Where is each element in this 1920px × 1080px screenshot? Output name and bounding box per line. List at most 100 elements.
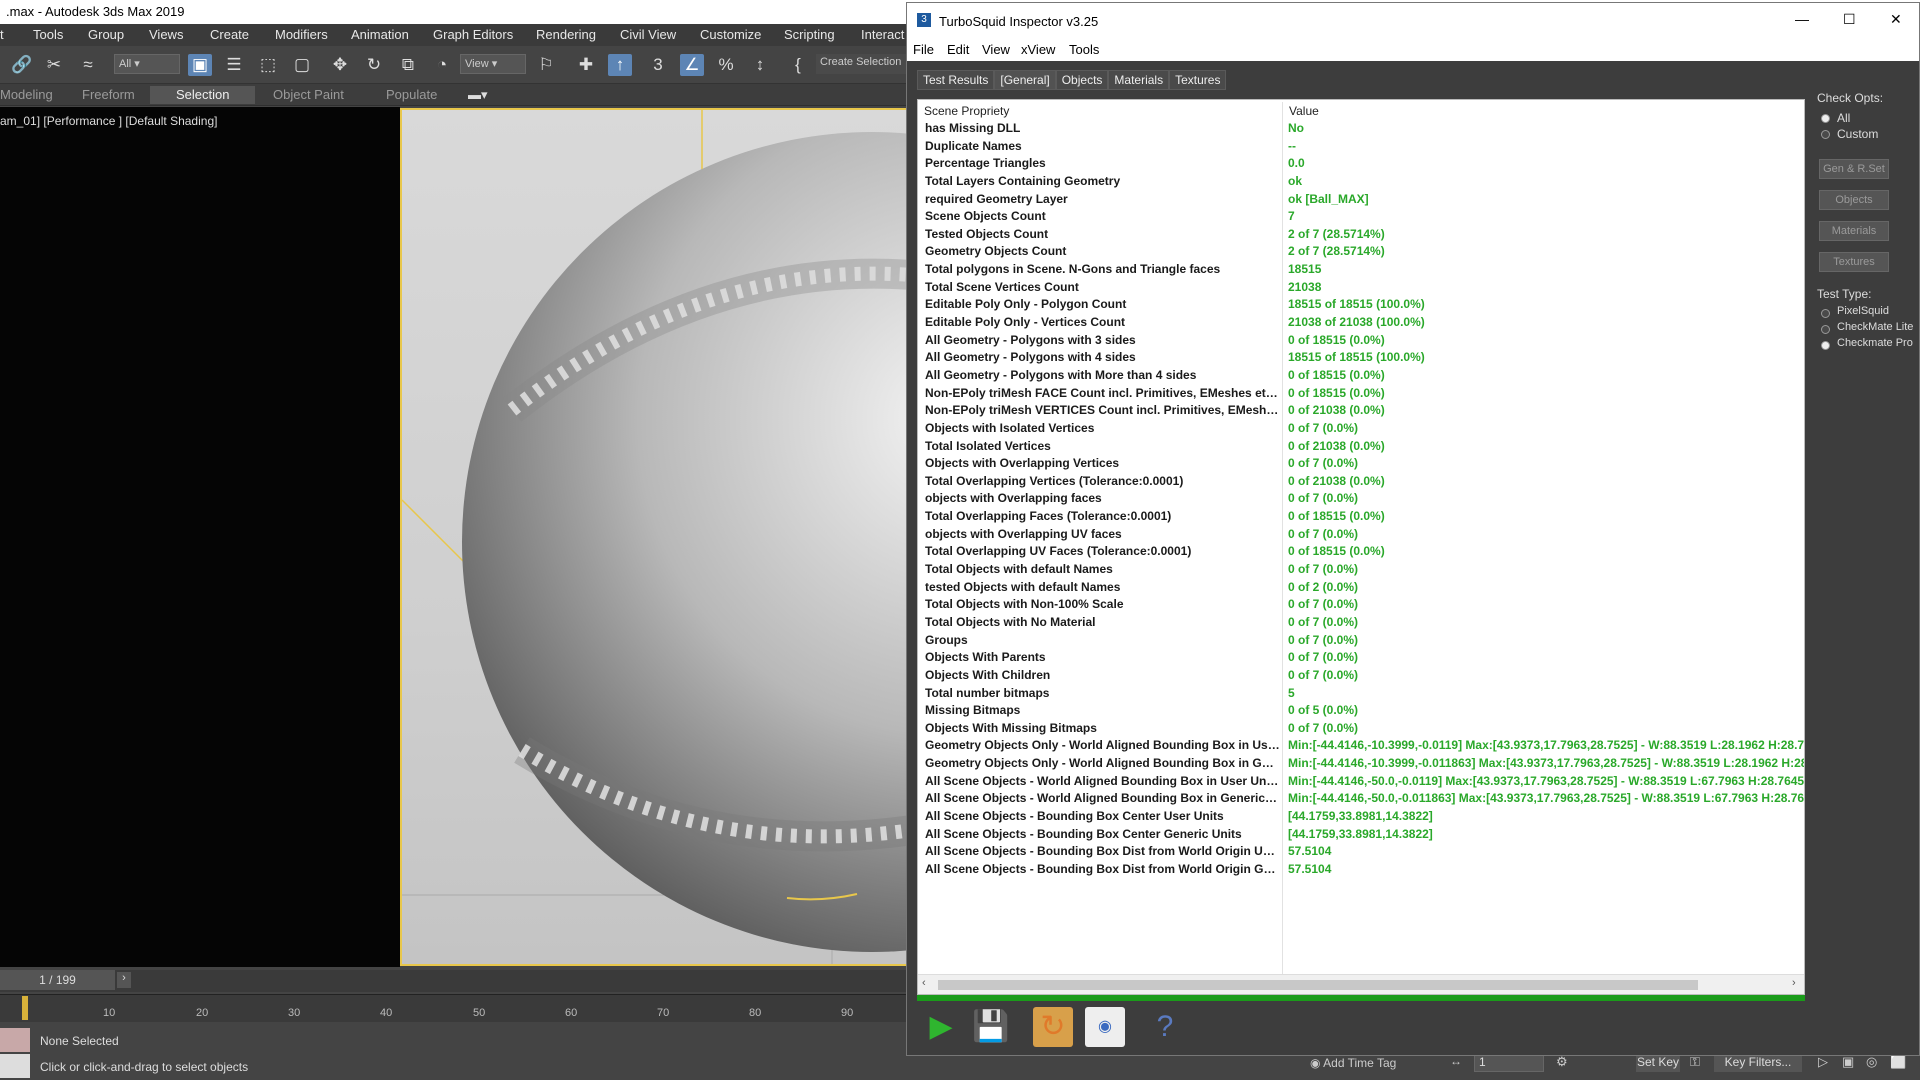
table-row[interactable]: Total number bitmaps 5 [918,685,1804,703]
time-config-icon[interactable]: ⚙ [1556,1054,1568,1070]
time-cursor[interactable] [22,996,28,1020]
menu-modifiers[interactable]: Modifiers [275,27,328,42]
menu-customize[interactable]: Customize [700,27,761,42]
table-row[interactable]: Total Objects with Non-100% Scale 0 of 7 … [918,596,1804,614]
table-row[interactable]: objects with Overlapping faces 0 of 7 (0.… [918,490,1804,508]
table-row[interactable]: Scene Objects Count 7 [918,208,1804,226]
percent-snap-icon[interactable]: % [714,54,738,76]
scroll-thumb[interactable] [938,980,1698,990]
place-icon[interactable]: ◔ [430,54,454,76]
table-row[interactable]: Total Overlapping Vertices (Tolerance:0.… [918,473,1804,491]
results-list[interactable]: Scene Propriety Value has Missing DLL No D… [917,99,1805,995]
table-row[interactable]: All Scene Objects - World Aligned Boundi… [918,790,1804,808]
menu-group[interactable]: Group [88,27,124,42]
table-row[interactable]: All Geometry - Polygons with More than 4… [918,367,1804,385]
scale-icon[interactable]: ⧉ [396,54,420,76]
menu-edit[interactable]: Edit [947,42,969,57]
minimize-icon[interactable]: — [1795,11,1809,27]
viewport-label[interactable]: am_01] [Performance ] [Default Shading] [0,114,217,128]
table-row[interactable]: Non-EPoly triMesh VERTICES Count incl. P… [918,402,1804,420]
objects-button[interactable]: Objects [1819,190,1889,210]
table-row[interactable]: Total Scene Vertices Count 21038 [918,279,1804,297]
help-icon[interactable]: ? [1145,1007,1185,1047]
table-row[interactable]: Total Objects with No Material 0 of 7 (0.… [918,614,1804,632]
ribbon-object-paint[interactable]: Object Paint [273,86,344,104]
tab-materials[interactable]: Materials [1108,70,1170,90]
folder-icon[interactable]: ↻ [1033,1007,1073,1047]
link-icon[interactable]: 🔗 [10,54,34,76]
menu-graph-editors[interactable]: Graph Editors [433,27,513,42]
menu-interact[interactable]: Interact [861,27,904,42]
edit-named-sets-icon[interactable]: { [786,54,810,76]
menu-scripting[interactable]: Scripting [784,27,835,42]
menu-animation[interactable]: Animation [351,27,409,42]
menu-xview[interactable]: xView [1021,42,1055,57]
select-by-name-icon[interactable]: ☰ [222,54,246,76]
ribbon-options-icon[interactable]: ▬▾ [468,86,488,104]
tab-test-results[interactable]: Test Results [917,70,995,90]
radio-checkmate-lite[interactable] [1821,325,1830,334]
snaps-toggle-icon[interactable]: 3 [646,54,670,76]
table-row[interactable]: Editable Poly Only - Vertices Count 21038… [918,314,1804,332]
table-row[interactable]: objects with Overlapping UV faces 0 of 7 … [918,526,1804,544]
table-row[interactable]: required Geometry Layer ok [Ball_MAX] [918,191,1804,209]
window-crossing-icon[interactable]: ▢ [290,54,314,76]
run-play-icon[interactable]: ▶ [921,1007,961,1047]
save-icon[interactable]: 💾 [971,1007,1011,1047]
table-row[interactable]: Total Layers Containing Geometry ok [918,173,1804,191]
radio-custom[interactable] [1821,130,1830,139]
radio-checkmate-pro[interactable] [1821,341,1830,350]
table-row[interactable]: All Scene Objects - Bounding Box Dist fr… [918,861,1804,879]
table-row[interactable]: Total Overlapping Faces (Tolerance:0.000… [918,508,1804,526]
maxscript-mini[interactable] [0,1054,30,1078]
reference-coord-dropdown[interactable]: View ▾ [460,54,526,74]
table-row[interactable]: Editable Poly Only - Polygon Count 18515 … [918,296,1804,314]
menu-tools[interactable]: Tools [1069,42,1099,57]
materials-button[interactable]: Materials [1819,221,1889,241]
table-row[interactable]: All Scene Objects - Bounding Box Dist fr… [918,843,1804,861]
column-value-header[interactable]: Value [1289,104,1319,118]
bind-spacewarp-icon[interactable]: ≈ [76,54,100,76]
viewport-left[interactable] [0,107,400,967]
table-row[interactable]: Objects with Isolated Vertices 0 of 7 (0.… [918,420,1804,438]
maximize-icon[interactable]: ☐ [1843,11,1856,28]
key-mode-icon[interactable]: ↔ [1450,1054,1462,1068]
unlink-icon[interactable]: ✂ [42,54,66,76]
menu-tools[interactable]: Tools [33,27,63,42]
orbit-icon[interactable]: ◎ [1866,1054,1877,1070]
table-row[interactable]: All Geometry - Polygons with 4 sides 1851… [918,349,1804,367]
ribbon-selection[interactable]: Selection [150,86,256,104]
maximize-viewport-icon[interactable]: ⬜ [1890,1054,1906,1070]
next-frame-icon[interactable]: › [117,972,131,988]
move-icon[interactable]: ✥ [328,54,352,76]
scroll-left-icon[interactable]: ‹ [922,977,926,989]
horizontal-scrollbar[interactable]: ‹ › [918,974,1804,994]
key-icon[interactable]: ⚿ [1690,1054,1700,1070]
column-prop-header[interactable]: Scene Propriety [924,104,1009,118]
table-row[interactable]: Total polygons in Scene. N-Gons and Tria… [918,261,1804,279]
table-row[interactable]: All Scene Objects - Bounding Box Center … [918,826,1804,844]
menu-create[interactable]: Create [210,27,249,42]
radio-pixelsquid[interactable] [1821,309,1830,318]
ribbon-modeling[interactable]: Modeling [0,86,53,104]
table-row[interactable]: Percentage Triangles 0.0 [918,155,1804,173]
menu-file[interactable]: File [913,42,934,57]
rotate-icon[interactable]: ↻ [362,54,386,76]
table-row[interactable]: All Scene Objects - World Aligned Boundi… [918,773,1804,791]
menu-rendering[interactable]: Rendering [536,27,596,42]
viewport-perspective[interactable] [400,108,910,966]
scroll-right-icon[interactable]: › [1792,977,1796,989]
menu-civil-view[interactable]: Civil View [620,27,676,42]
ribbon-freeform[interactable]: Freeform [82,86,135,104]
table-row[interactable]: Objects with Overlapping Vertices 0 of 7 … [918,455,1804,473]
spinner-snap-icon[interactable]: ↕ [748,54,772,76]
table-row[interactable]: has Missing DLL No [918,120,1804,138]
table-row[interactable]: Objects With Missing Bitmaps 0 of 7 (0.0%… [918,720,1804,738]
textures-button[interactable]: Textures [1819,252,1889,272]
table-row[interactable]: tested Objects with default Names 0 of 2 … [918,579,1804,597]
table-row[interactable]: Geometry Objects Count 2 of 7 (28.5714%) [918,243,1804,261]
table-row[interactable]: All Geometry - Polygons with 3 sides 0 of… [918,332,1804,350]
table-row[interactable]: Tested Objects Count 2 of 7 (28.5714%) [918,226,1804,244]
radio-all[interactable] [1821,114,1830,123]
table-row[interactable]: Missing Bitmaps 0 of 5 (0.0%) [918,702,1804,720]
